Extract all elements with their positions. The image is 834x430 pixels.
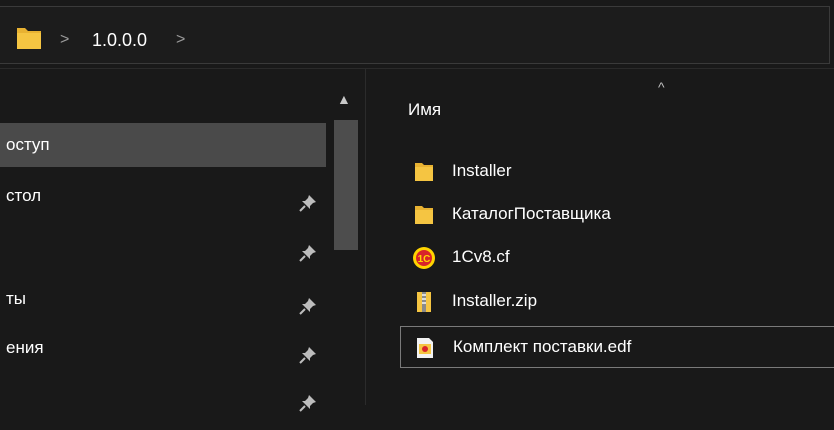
svg-text:1C: 1C	[418, 254, 431, 265]
breadcrumb-item[interactable]: 1.0.0.0	[92, 30, 147, 51]
nav-item-documents[interactable]: ты	[0, 277, 326, 321]
column-header-name[interactable]: Имя	[408, 100, 441, 120]
list-item[interactable]: КаталогПоставщика	[400, 194, 834, 236]
pin-icon	[298, 386, 318, 430]
navigation-pane: оступ стол ты ения ▲	[0, 69, 362, 412]
file-name: Installer	[452, 161, 512, 180]
file-name: 1Cv8.cf	[452, 247, 510, 266]
list-item[interactable]: 1C 1Cv8.cf	[400, 237, 834, 279]
folder-icon	[412, 160, 436, 184]
list-item[interactable]: Installer	[400, 151, 834, 193]
chevron-right-icon[interactable]: >	[176, 32, 185, 48]
zip-folder-icon	[412, 290, 436, 314]
nav-item-other[interactable]	[0, 374, 326, 418]
nav-item-label: стол	[6, 186, 42, 205]
file-name: КаталогПоставщика	[452, 204, 611, 223]
nav-item-label: оступ	[6, 135, 50, 154]
sort-ascending-icon: ^	[658, 79, 665, 95]
scroll-up-arrow-icon[interactable]: ▲	[337, 91, 351, 107]
nav-item-label: ты	[6, 289, 27, 308]
file-list: ^ Имя Installer КаталогПоставщика 1C 1Cv…	[366, 69, 834, 405]
chevron-right-icon[interactable]: >	[60, 32, 69, 48]
address-field[interactable]: > 1.0.0.0 >	[0, 6, 830, 64]
list-item[interactable]: Installer.zip	[400, 281, 834, 323]
1c-config-icon: 1C	[412, 246, 436, 270]
file-name: Installer.zip	[452, 291, 538, 310]
scrollbar-thumb[interactable]	[334, 120, 358, 250]
list-item-focused[interactable]: Комплект поставки.edf	[400, 326, 834, 368]
pin-icon	[298, 236, 318, 280]
folder-icon	[412, 203, 436, 227]
nav-item-downloads[interactable]	[0, 224, 326, 268]
file-name: Комплект поставки.edf	[453, 337, 632, 356]
edf-file-icon	[413, 336, 437, 360]
address-bar: > 1.0.0.0 >	[0, 0, 834, 69]
nav-item-quick-access[interactable]: оступ	[0, 123, 326, 167]
nav-item-label: ения	[6, 338, 44, 357]
nav-item-pictures[interactable]: ения	[0, 326, 326, 370]
folder-icon	[14, 23, 44, 58]
nav-item-desktop[interactable]: стол	[0, 174, 326, 218]
